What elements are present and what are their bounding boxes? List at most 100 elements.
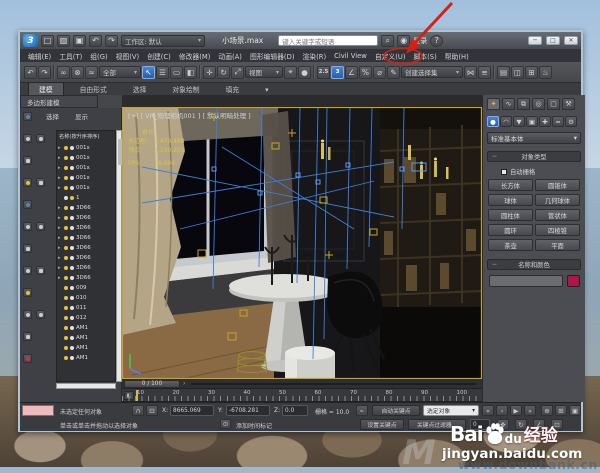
track-bar[interactable]: ◧ 1020 3040 5060 7080 90100: [122, 389, 482, 402]
display-containers-icon[interactable]: [23, 332, 32, 341]
mirror-icon[interactable]: ⋈: [464, 66, 477, 79]
explorer-row[interactable]: ▸3D66: [58, 233, 115, 243]
stool[interactable]: [285, 346, 335, 379]
modify-tab-icon[interactable]: ∿: [502, 98, 515, 110]
select-link-icon[interactable]: ∞: [57, 66, 70, 79]
percent-snap-icon[interactable]: %: [359, 66, 372, 79]
close-button[interactable]: ✕: [564, 36, 578, 45]
filter-icon[interactable]: [36, 178, 45, 187]
maximize-button[interactable]: □: [546, 36, 560, 45]
display-spacewarps-icon[interactable]: [23, 244, 32, 253]
add-time-tag[interactable]: 添加时间标记: [236, 421, 272, 430]
maxscript-mini-listener[interactable]: [22, 405, 54, 416]
menu-animation[interactable]: 动画(A): [216, 50, 244, 62]
time-slider-handle[interactable]: 0 / 100: [124, 380, 180, 388]
explorer-row[interactable]: 011: [58, 303, 115, 313]
shapes-category-icon[interactable]: ◠: [500, 116, 512, 127]
minimize-button[interactable]: ─: [528, 36, 542, 45]
lights-category-icon[interactable]: ▼: [513, 116, 525, 127]
menu-tools[interactable]: 工具(T): [57, 50, 84, 62]
tab-selection[interactable]: 选择: [123, 83, 157, 95]
explorer-horizontal-scrollbar[interactable]: [56, 383, 116, 389]
geometry-category-icon[interactable]: ●: [487, 116, 499, 127]
display-lights-icon[interactable]: [23, 178, 32, 187]
menu-graph-editors[interactable]: 图形编辑器(D): [248, 50, 297, 62]
display-cameras-icon[interactable]: [23, 200, 32, 209]
time-slider-next-icon[interactable]: ›: [183, 380, 185, 387]
explorer-row[interactable]: AM1: [58, 323, 115, 333]
keyboard-override-icon[interactable]: ✎: [387, 66, 400, 79]
unlink-icon[interactable]: ⊗: [71, 66, 84, 79]
display-bones-icon[interactable]: [23, 310, 32, 319]
undo-icon[interactable]: ↶: [89, 35, 102, 47]
tab-modeling[interactable]: 建模: [28, 82, 64, 95]
redo-icon[interactable]: ↷: [38, 66, 51, 79]
explorer-row[interactable]: 009: [58, 283, 115, 293]
open-file-icon[interactable]: ▨: [57, 35, 70, 47]
align-icon[interactable]: ≡: [478, 66, 491, 79]
explorer-row[interactable]: AM1: [58, 343, 115, 353]
menu-scripting[interactable]: 脚本(S): [412, 50, 439, 62]
menu-group[interactable]: 组(G): [88, 50, 109, 62]
angle-snap-icon[interactable]: ∠: [345, 66, 358, 79]
object-color-swatch[interactable]: [567, 275, 580, 287]
undo-icon[interactable]: ↶: [24, 66, 37, 79]
search-icon[interactable]: ⌕: [381, 35, 394, 47]
absolute-offset-icon[interactable]: ⊡: [146, 405, 158, 416]
ribbon-minimize-icon[interactable]: ▾: [255, 85, 278, 95]
snap-3-icon[interactable]: 3: [331, 66, 344, 79]
spacewarps-category-icon[interactable]: ≈: [552, 116, 564, 127]
time-slider[interactable]: 0 / 100 ›: [122, 379, 482, 389]
time-tag-icon[interactable]: ⊙: [220, 419, 231, 429]
y-coordinate-field[interactable]: -6708.281: [226, 405, 270, 416]
spinner-snap-icon[interactable]: ⌀: [373, 66, 386, 79]
workspace-dropdown[interactable]: 工作区: 默认 ▾: [121, 35, 205, 47]
teapot-button[interactable]: 茶壶: [488, 239, 533, 251]
explorer-row[interactable]: ▸3D66: [58, 243, 115, 253]
selection-lock-icon[interactable]: ∩: [132, 405, 144, 416]
cameras-category-icon[interactable]: ▣: [526, 116, 538, 127]
autogrid-checkbox[interactable]: 自动栅格: [501, 167, 535, 176]
sphere-button[interactable]: 球体: [488, 194, 533, 206]
torus-button[interactable]: 圆环: [488, 224, 533, 236]
create-tab-icon[interactable]: ✦: [487, 98, 500, 110]
redo-icon[interactable]: ↷: [105, 35, 118, 47]
explorer-row[interactable]: ▸3D66: [58, 253, 115, 263]
menu-modifiers[interactable]: 修改器(M): [177, 50, 213, 62]
explorer-row[interactable]: AM1: [58, 353, 115, 363]
curve-editor-icon[interactable]: ◫: [511, 66, 524, 79]
display-shapes-icon[interactable]: [23, 156, 32, 165]
app-logo-icon[interactable]: 3: [23, 34, 38, 47]
pyramid-button[interactable]: 四棱锥: [535, 224, 580, 236]
menu-create[interactable]: 创建(C): [145, 50, 173, 62]
name-color-rollout[interactable]: −名称和颜色: [487, 259, 581, 270]
tab-populate[interactable]: 填充: [216, 83, 250, 95]
motion-tab-icon[interactable]: ◎: [532, 98, 545, 110]
coord-system-dropdown[interactable]: 视图 ▾: [245, 66, 283, 78]
schematic-view-icon[interactable]: ⊞: [525, 66, 538, 79]
lock-explorer-icon[interactable]: [36, 266, 45, 275]
use-pivot-icon[interactable]: ⌖: [284, 66, 297, 79]
tube-button[interactable]: 管状体: [535, 209, 580, 221]
move-icon[interactable]: ✛: [203, 66, 216, 79]
explorer-row[interactable]: 012: [58, 313, 115, 323]
display-all-icon[interactable]: [23, 112, 32, 121]
render-setup-icon[interactable]: ♨: [539, 66, 552, 79]
explorer-row[interactable]: 010: [58, 293, 115, 303]
explorer-row[interactable]: ▸3D66: [58, 213, 115, 223]
explorer-row[interactable]: ▸001x: [58, 173, 115, 183]
x-coordinate-field[interactable]: 8665.069: [170, 405, 214, 416]
ribbon-panel-polygon-modeling[interactable]: 多边形建模: [20, 95, 98, 108]
user-icon[interactable]: ◉: [397, 35, 410, 47]
tab-freeform[interactable]: 自由形式: [70, 83, 117, 95]
explorer-row[interactable]: ▸001x: [58, 163, 115, 173]
bind-spacewarp-icon[interactable]: ≈: [85, 66, 98, 79]
explorer-menu-select[interactable]: 选择: [46, 111, 59, 121]
menu-edit[interactable]: 编辑(E): [26, 50, 53, 62]
explorer-row[interactable]: AM1: [58, 333, 115, 343]
menu-rendering[interactable]: 渲染(R): [300, 50, 328, 62]
systems-category-icon[interactable]: ⚙: [565, 116, 577, 127]
viewport[interactable]: [+] [ VR_物理相机001 ] [ 默认明暗处理 ] 总计 多边形: 2,…: [122, 107, 482, 379]
explorer-menu-display[interactable]: 显示: [75, 111, 88, 121]
cylinder-button[interactable]: 圆柱体: [488, 209, 533, 221]
